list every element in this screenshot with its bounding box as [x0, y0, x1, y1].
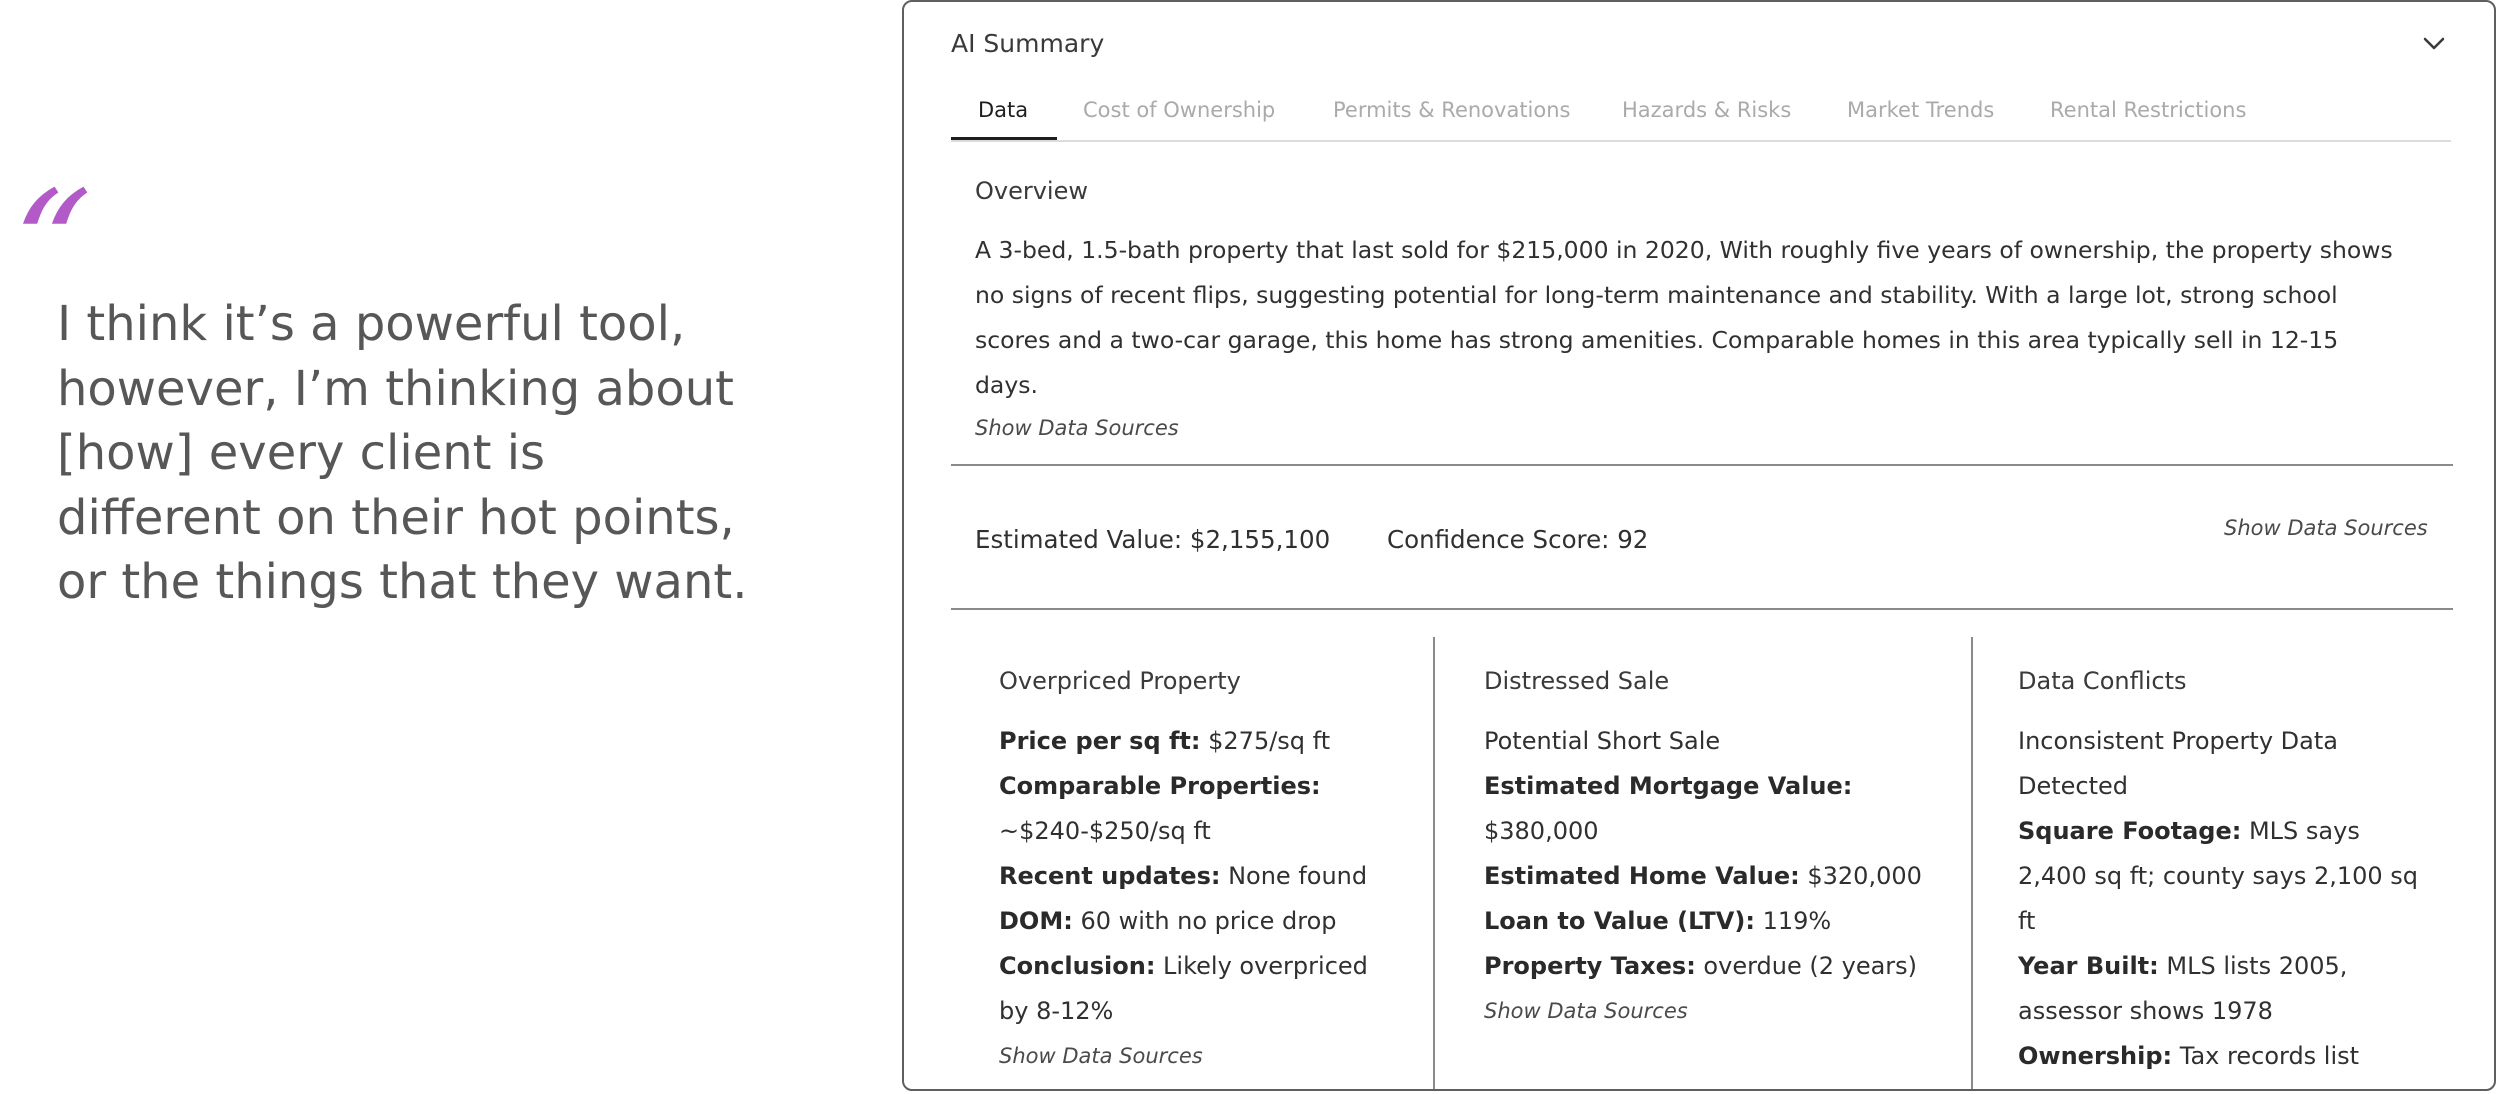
tab-hazards-risks[interactable]: Hazards & Risks [1622, 98, 1791, 122]
card-title: Overpriced Property [999, 667, 1241, 695]
field-value: None found [1220, 862, 1368, 890]
testimonial-quote: I think it’s a powerful tool, however, I… [57, 296, 748, 610]
tab-bar: Data Cost of Ownership Permits & Renovat… [951, 90, 2451, 142]
column-divider [1433, 637, 1435, 1089]
field-label: Price per sq ft: [999, 727, 1201, 755]
field-label: Square Footage: [2018, 817, 2242, 845]
confidence-score: Confidence Score: 92 [1387, 525, 1649, 554]
field-label: Estimated Home Value: [1484, 862, 1800, 890]
chevron-down-icon[interactable] [2420, 30, 2448, 58]
overview-title: Overview [975, 177, 1088, 205]
field-value: overdue (2 years) [1695, 952, 1918, 980]
field-value: 119% [1754, 907, 1832, 935]
field-value: $320,000 [1799, 862, 1922, 890]
field-value: Tax records list [2172, 1042, 2360, 1070]
column-divider [1971, 637, 1973, 1089]
ai-summary-panel: AI Summary Data Cost of Ownership Permit… [902, 0, 2496, 1091]
estimated-value: Estimated Value: $2,155,100 [975, 525, 1331, 554]
field-label: Ownership: [2018, 1042, 2173, 1070]
divider [951, 464, 2453, 466]
tab-data[interactable]: Data [978, 98, 1028, 122]
tab-cost-of-ownership[interactable]: Cost of Ownership [1083, 98, 1275, 122]
overpriced-property-card: Overpriced Property Price per sq ft: $27… [999, 667, 1419, 1079]
field-label: Year Built: [2018, 952, 2159, 980]
field-label: Loan to Value (LTV): [1484, 907, 1755, 935]
overpriced-show-data-sources-link[interactable]: Show Data Sources [999, 1034, 1419, 1079]
tab-market-trends[interactable]: Market Trends [1847, 98, 1994, 122]
panel-title: AI Summary [951, 29, 1105, 58]
overview-show-data-sources-link[interactable]: Show Data Sources [975, 416, 1179, 440]
field-label: Estimated Mortgage Value: [1484, 772, 1853, 800]
card-subtitle: Potential Short Sale [1484, 727, 1721, 755]
field-label: Recent updates: [999, 862, 1221, 890]
distressed-show-data-sources-link[interactable]: Show Data Sources [1484, 989, 1964, 1034]
field-value: $275/sq ft [1200, 727, 1331, 755]
field-value: 60 with no price drop [1072, 907, 1337, 935]
distressed-sale-card: Distressed Sale Potential Short Sale Est… [1484, 667, 1964, 1034]
data-conflicts-card: Data Conflicts Inconsistent Property Dat… [2018, 667, 2438, 1079]
field-value: ~$240-$250/sq ft [999, 817, 1211, 845]
field-label: DOM: [999, 907, 1073, 935]
card-subtitle: Inconsistent Property Data Detected [2018, 727, 2338, 800]
tab-rental-restrictions[interactable]: Rental Restrictions [2050, 98, 2246, 122]
divider [951, 608, 2453, 610]
field-label: Conclusion: [999, 952, 1156, 980]
field-label: Comparable Properties: [999, 772, 1321, 800]
tab-permits-renovations[interactable]: Permits & Renovations [1333, 98, 1570, 122]
active-tab-indicator [951, 137, 1057, 140]
field-value: $380,000 [1484, 817, 1599, 845]
card-title: Distressed Sale [1484, 667, 1670, 695]
field-label: Property Taxes: [1484, 952, 1696, 980]
card-title: Data Conflicts [2018, 667, 2187, 695]
estimate-show-data-sources-link[interactable]: Show Data Sources [2224, 516, 2428, 540]
overview-text: A 3-bed, 1.5-bath property that last sol… [975, 236, 2393, 399]
